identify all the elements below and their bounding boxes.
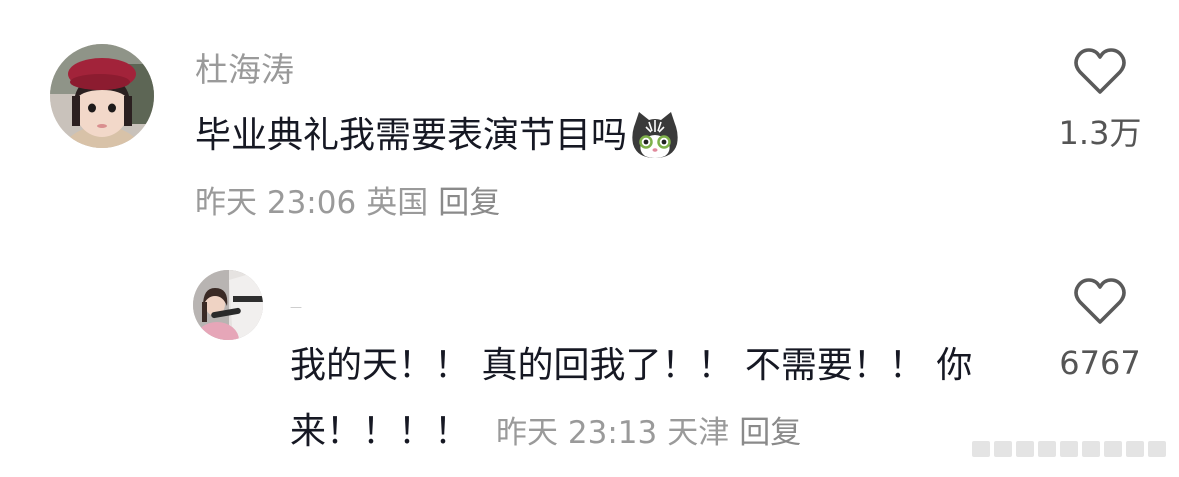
comment-body: 毕业典礼我需要表演节目吗 [195, 110, 681, 162]
reply-location: 天津 [667, 415, 730, 451]
reply-avatar-image [193, 270, 263, 340]
cat-emoji-icon [632, 112, 678, 158]
reply-username[interactable]: — [290, 300, 302, 314]
reply-meta: 昨天 23:13 天津 回复 [496, 415, 801, 451]
like-count: 1.3万 [1058, 114, 1142, 152]
reply-reply-button[interactable]: 回复 [739, 415, 801, 451]
avatar[interactable] [50, 44, 154, 148]
comment-meta: 昨天 23:06 英国 回复 [195, 183, 500, 223]
reply-text-line1: 我的天！！ 真的回我了！！ 不需要！！ 你 [290, 345, 973, 386]
avatar-image [50, 44, 154, 148]
heart-outline-icon[interactable] [1074, 278, 1126, 326]
comment-text: 毕业典礼我需要表演节目吗 [195, 115, 628, 156]
reply-like-count: 6767 [1059, 344, 1141, 382]
heart-outline-icon[interactable] [1074, 48, 1126, 96]
comment-username[interactable]: 杜海涛 [195, 50, 294, 90]
comment-time: 昨天 23:06 [195, 185, 357, 221]
like-button[interactable]: 1.3万 [1050, 48, 1150, 152]
reply-button[interactable]: 回复 [438, 185, 500, 221]
reply-like-button[interactable]: 6767 [1050, 278, 1150, 382]
watermark-icon [972, 441, 1166, 457]
comment-location: 英国 [366, 185, 429, 221]
reply-line-2: 来！！！！ 昨天 23:13 天津 回复 [290, 408, 801, 462]
reply-avatar[interactable] [193, 270, 263, 340]
reply-time: 昨天 23:13 [496, 415, 658, 451]
reply-text-line2: 来！！！！ [290, 411, 471, 452]
